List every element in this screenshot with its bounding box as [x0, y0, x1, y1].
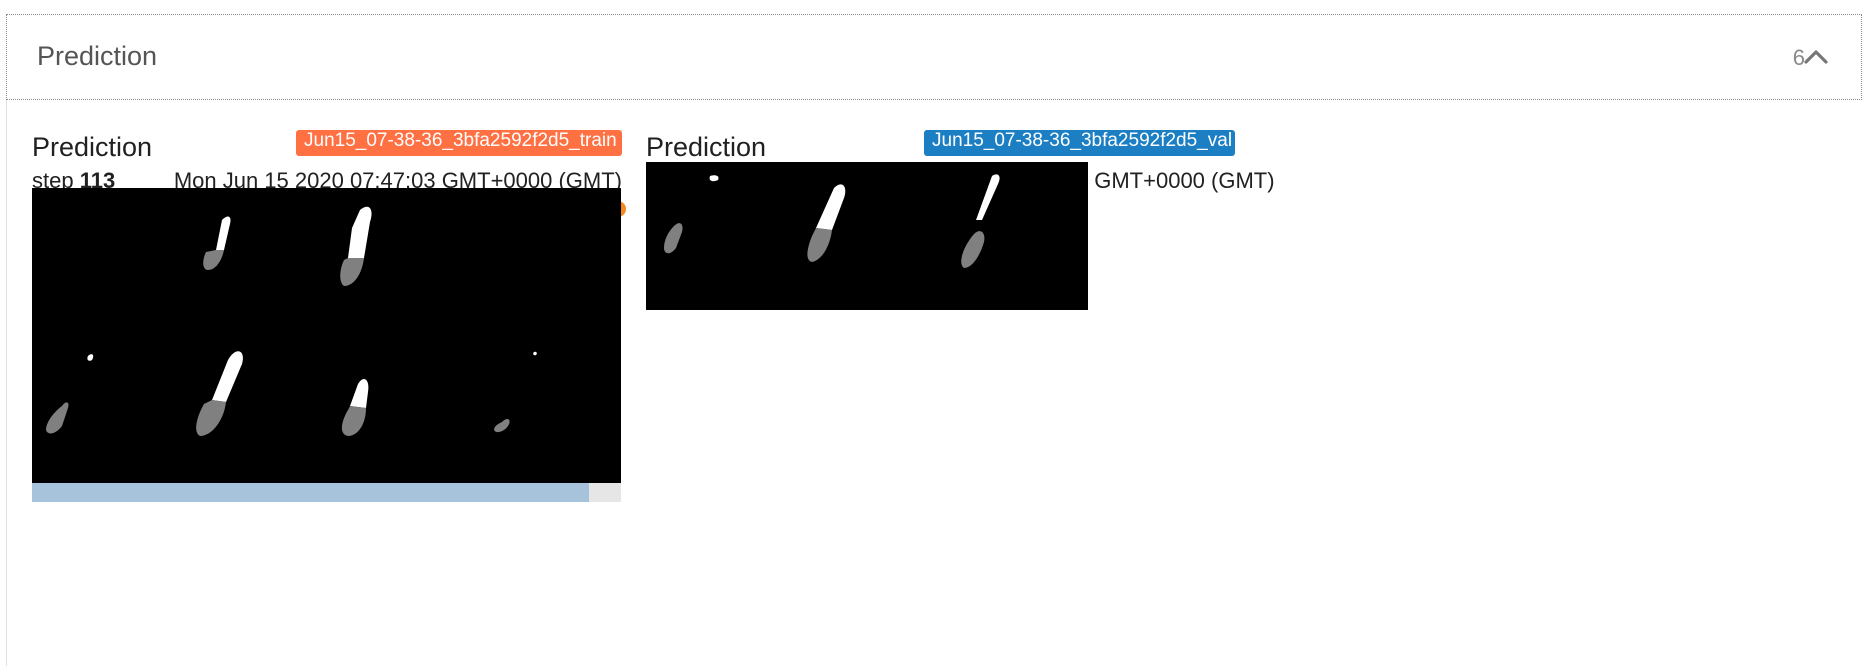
scrollbar-thumb[interactable] [32, 483, 589, 502]
tensorboard-images-page: Prediction 6 Prediction Jun15_07-38-36_3… [0, 0, 1864, 666]
card-title: Prediction [32, 132, 153, 162]
pane-title: Prediction [37, 41, 158, 71]
prediction-image [646, 162, 1088, 310]
image-card-train: Prediction Jun15_07-38-36_3bfa2592f2d5_t… [32, 130, 626, 502]
run-badge: Jun15_07-38-36_3bfa2592f2d5_train [296, 130, 622, 156]
run-badge: Jun15_07-38-36_3bfa2592f2d5_val [924, 130, 1235, 156]
pane-header[interactable]: Prediction 6 [6, 14, 1862, 100]
prediction-image [32, 188, 621, 483]
image-card-val: Prediction Jun15_07-38-36_3bfa2592f2d5_v… [646, 130, 1275, 330]
card-title: Prediction [646, 132, 767, 162]
chevron-up-icon[interactable] [1803, 45, 1829, 67]
horizontal-scrollbar[interactable] [32, 483, 621, 502]
segmentation-mask-image [646, 162, 1088, 310]
segmentation-mask-image [32, 188, 621, 483]
